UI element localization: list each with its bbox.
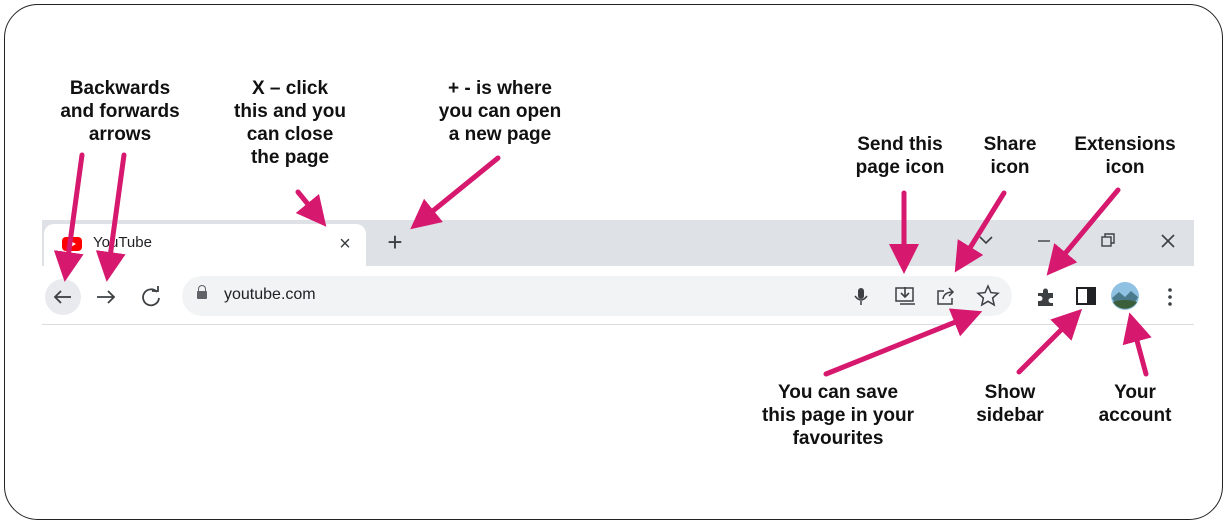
share-icon[interactable] [934,285,958,307]
callout-favourites: You can save this page in your favourite… [761,382,915,449]
new-tab-icon[interactable]: + [383,229,407,255]
callout-send-page: Send this page icon [855,134,945,178]
star-icon[interactable] [976,284,1000,308]
minimize-icon[interactable] [1034,233,1054,249]
callout-sidebar: Show sidebar [976,382,1044,426]
callout-account: Your account [1098,382,1172,426]
puzzle-icon[interactable] [1034,285,1058,309]
send-to-device-icon[interactable] [894,285,918,307]
url-text[interactable]: youtube.com [224,286,316,304]
microphone-icon[interactable] [852,286,870,308]
account-avatar-icon[interactable] [1110,281,1140,311]
callout-new-tab: + - is where you can open a new page [438,78,562,145]
tab-close-icon[interactable]: × [333,232,357,256]
restore-icon[interactable] [1098,232,1118,250]
callout-extensions: Extensions icon [1074,134,1176,178]
lock-icon [197,285,207,299]
callout-close-tab: X – click this and you can close the pag… [234,78,346,168]
callout-back-forward: Backwards and forwards arrows [60,78,180,145]
sidebar-icon[interactable] [1075,285,1097,307]
tab-search-chevron-icon[interactable] [976,233,996,249]
callout-share: Share icon [983,134,1037,178]
youtube-play-icon [69,240,76,248]
tab-title: YouTube [93,234,152,251]
kebab-menu-icon[interactable] [1160,285,1180,309]
forward-arrow-icon[interactable] [92,283,120,311]
reload-icon[interactable] [137,283,165,311]
back-arrow-icon[interactable] [44,278,82,316]
close-window-icon[interactable] [1158,231,1178,251]
